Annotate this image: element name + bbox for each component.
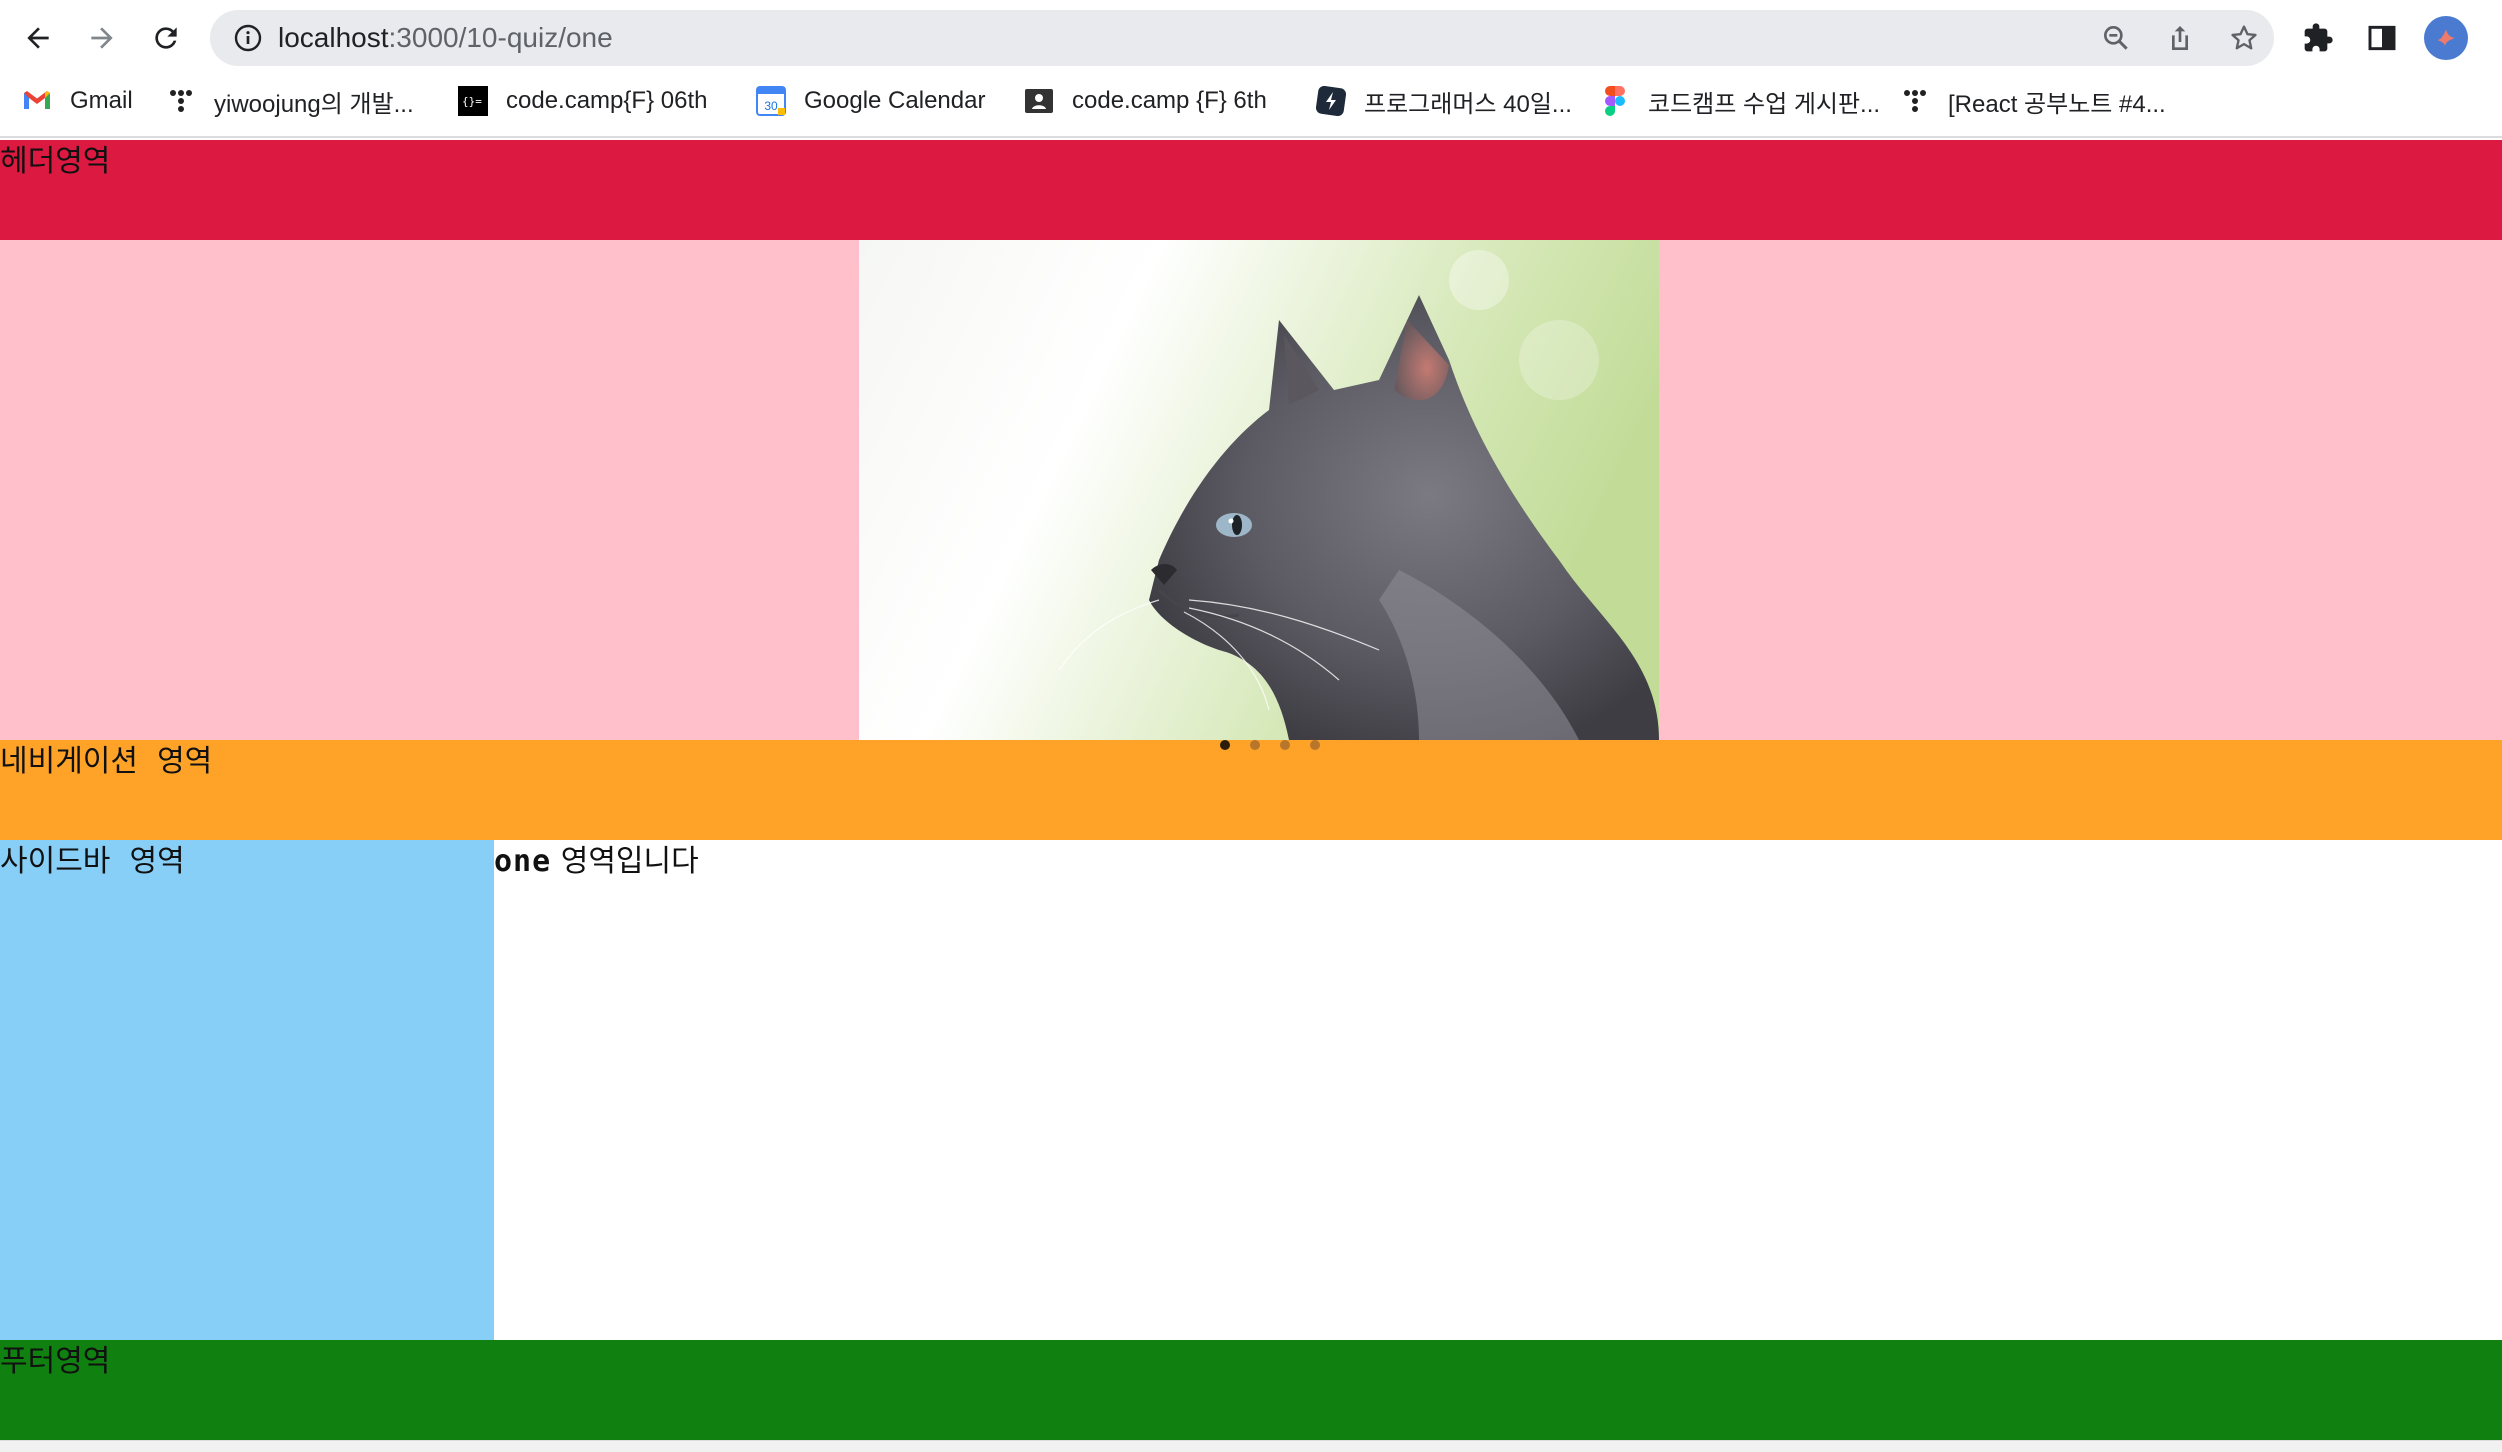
header-area: 헤더영역 (0, 140, 2502, 240)
side-panel-icon (2368, 25, 2396, 51)
figma-icon (1600, 86, 1630, 116)
programmers-icon (1316, 86, 1346, 116)
reload-button[interactable] (142, 14, 190, 62)
forward-arrow-icon (91, 27, 113, 49)
main-suffix: 영역입니다 (551, 844, 699, 879)
footer-label: 푸터영역 (0, 1344, 111, 1379)
address-bar[interactable]: localhost:3000/10-quiz/one (210, 10, 2274, 66)
footer-area: 푸터영역 (0, 1340, 2502, 1440)
header-label: 헤더영역 (0, 144, 111, 179)
google-calendar-icon: 30 (756, 86, 786, 116)
main-body-area: one 영역입니다 (494, 840, 2502, 1340)
main-keyword: one (494, 844, 552, 879)
back-arrow-icon (27, 27, 49, 49)
velog-dots-icon (1900, 86, 1930, 116)
zoom-icon[interactable] (2100, 22, 2132, 54)
share-icon[interactable] (2164, 22, 2196, 54)
bookmark-codecamp-6th[interactable]: code.camp {F} 6th (1024, 76, 1267, 126)
puzzle-icon (2304, 23, 2333, 52)
bookmark-label: 코드캠프 수업 게시판... (1648, 90, 1881, 118)
reload-icon (155, 27, 177, 49)
bookmark-label: Gmail (70, 87, 133, 114)
slider-dot-4[interactable] (1310, 740, 1320, 750)
bookmark-yiwoojung[interactable]: yiwoojung의 개발... (166, 76, 414, 126)
profile-bird-icon (2437, 29, 2455, 46)
bookmark-google-calendar[interactable]: 30 Google Calendar (756, 76, 985, 126)
bookmark-react-note[interactable]: [React 공부노트 #4... (1900, 76, 2166, 126)
bookmark-codecamp-board[interactable]: 코드캠프 수업 게시판... (1600, 76, 1880, 126)
classroom-icon (1024, 86, 1054, 116)
slider-dots (1220, 740, 1320, 750)
url-text[interactable]: localhost:3000/10-quiz/one (278, 10, 613, 66)
side-panel-button[interactable] (2360, 16, 2404, 60)
slider-dot-2[interactable] (1250, 740, 1260, 750)
bookmark-label: [React 공부노트 #4... (1948, 90, 2166, 118)
extensions-button[interactable] (2296, 16, 2340, 60)
horizontal-scrollbar[interactable] (0, 1440, 2502, 1452)
bookmark-label: code.camp{F} 06th (506, 87, 708, 114)
profile-avatar[interactable] (2424, 16, 2468, 60)
codecamp-icon: {}= (458, 86, 488, 116)
bookmark-gmail[interactable]: Gmail (22, 76, 133, 126)
svg-text:{}=: {}= (462, 95, 482, 108)
svg-text:30: 30 (764, 99, 778, 113)
bookmark-label: 프로그래머스 40일... (1364, 90, 1572, 118)
bookmark-label: code.camp {F} 6th (1072, 87, 1267, 114)
bookmark-label: Google Calendar (804, 87, 986, 114)
url-host: localhost (278, 22, 389, 53)
site-info-icon[interactable] (232, 22, 264, 54)
sidebar-area: 사이드바 영역 (0, 840, 494, 1340)
web-page: 헤더영역 네비게이션 영역 사이드바 영역 one 영역입니다 푸터영역 (0, 140, 2502, 1452)
banner-slider[interactable] (0, 240, 2502, 740)
bookmarks-bar: Gmail yiwoojung의 개발... {}= code.camp{F} … (0, 76, 2502, 138)
slider-dot-3[interactable] (1280, 740, 1290, 750)
sidebar-label: 사이드바 영역 (0, 844, 185, 879)
bookmark-label: yiwoojung의 개발... (214, 90, 414, 118)
gmail-icon (22, 86, 52, 116)
back-button[interactable] (14, 14, 62, 62)
velog-dots-icon (166, 86, 196, 116)
navigation-area: 네비게이션 영역 (0, 740, 2502, 840)
browser-toolbar: localhost:3000/10-quiz/one (0, 0, 2502, 76)
url-path: :3000/10-quiz/one (388, 22, 613, 53)
bookmark-star-icon[interactable] (2228, 22, 2260, 54)
forward-button[interactable] (78, 14, 126, 62)
bookmark-programmers[interactable]: 프로그래머스 40일... (1316, 76, 1572, 126)
slider-dot-1[interactable] (1220, 740, 1230, 750)
main-label: one 영역입니다 (494, 840, 2502, 884)
bookmark-codecamp-06th[interactable]: {}= code.camp{F} 06th (458, 76, 707, 126)
slide-image-cat (859, 240, 1659, 740)
